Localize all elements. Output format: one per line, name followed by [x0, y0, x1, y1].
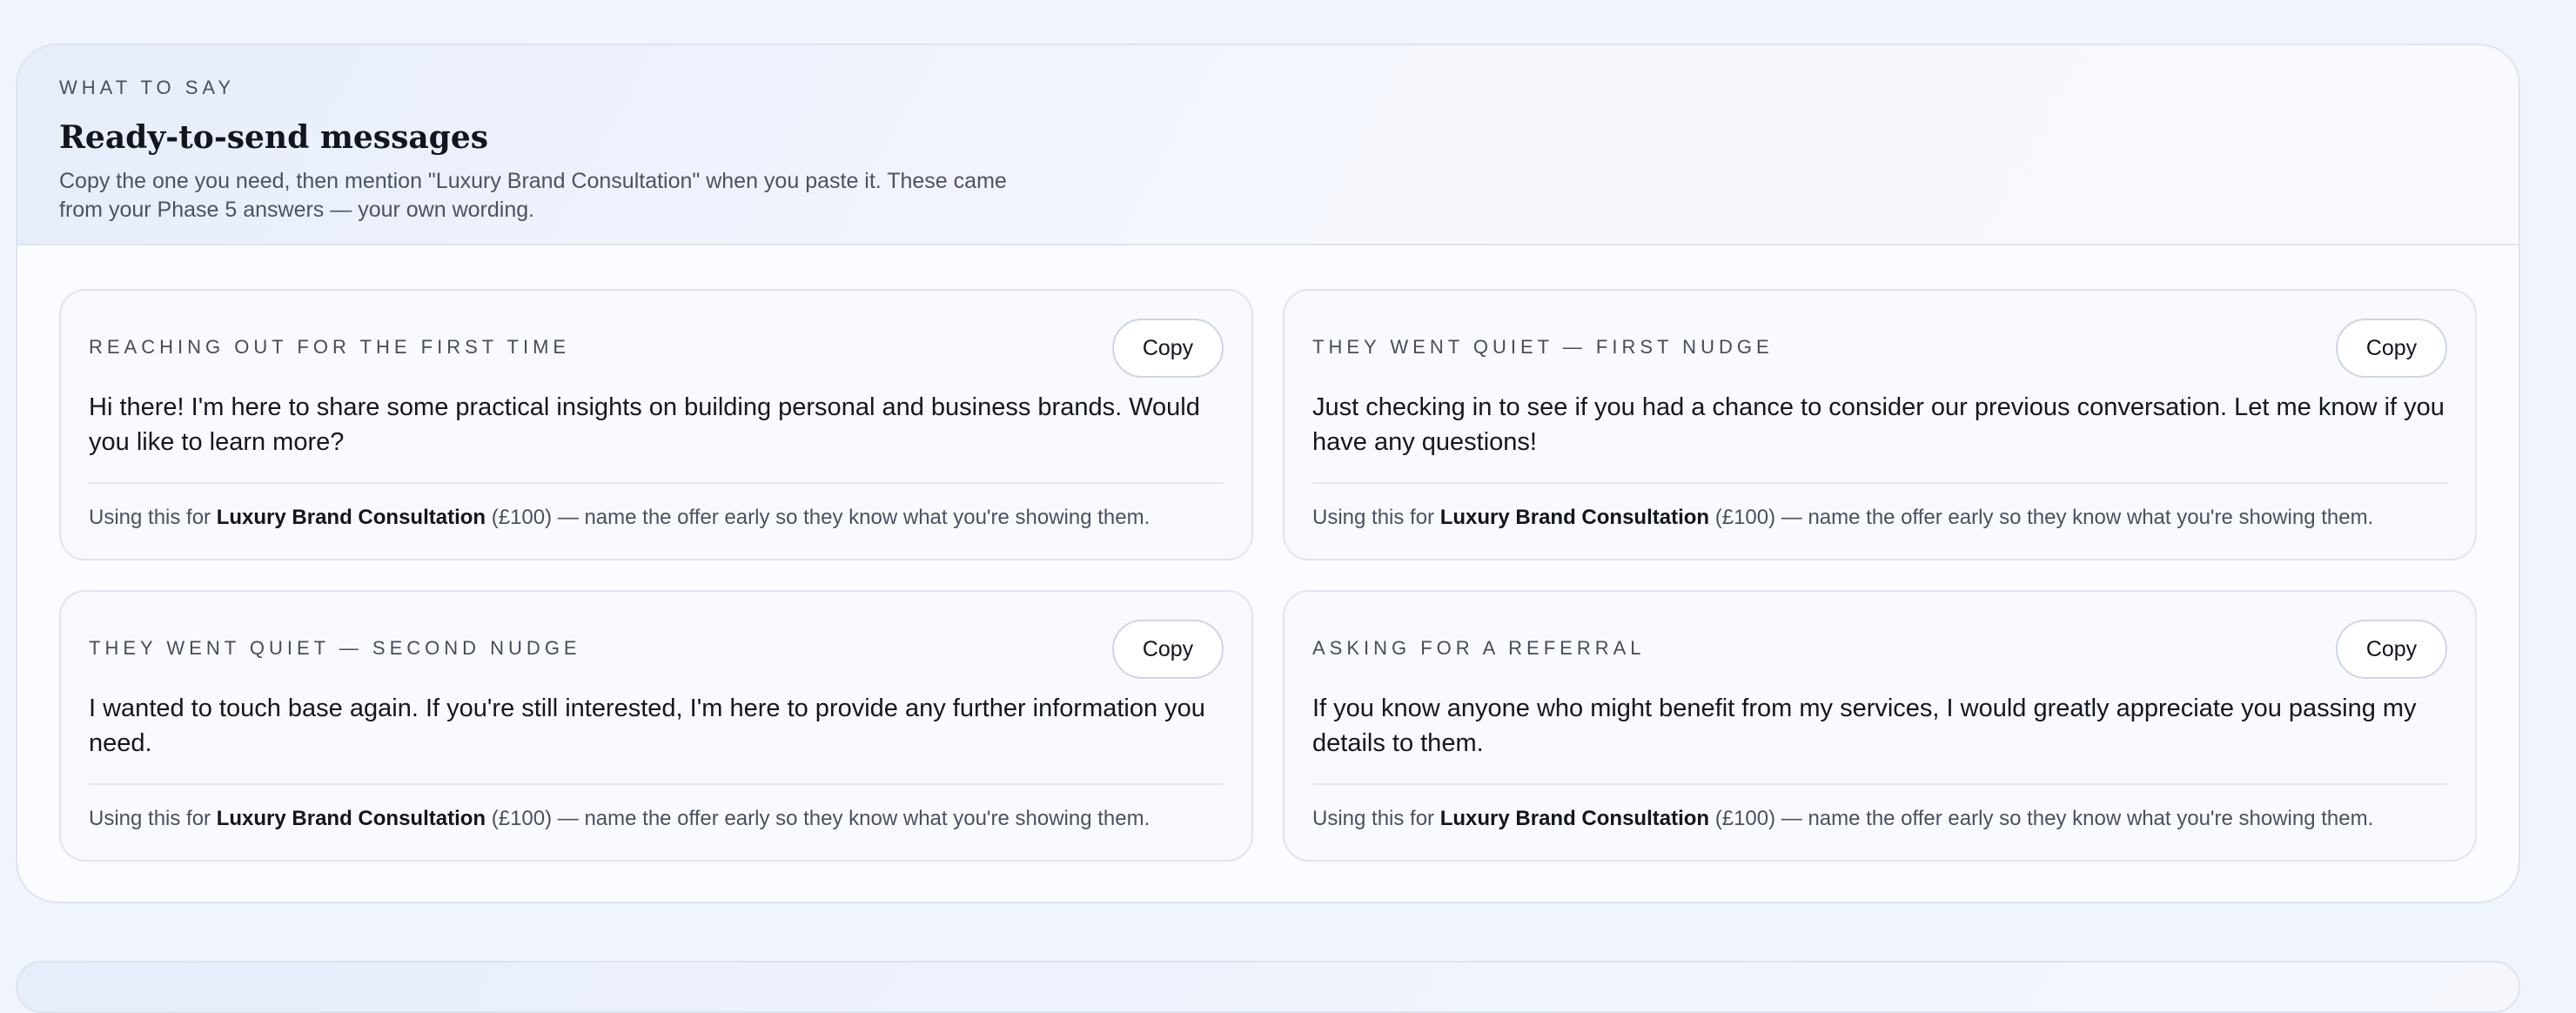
card-divider: [1312, 482, 2447, 484]
card-label: THEY WENT QUIET — SECOND NUDGE: [89, 637, 581, 659]
copy-button[interactable]: Copy: [2336, 620, 2447, 679]
card-offer-note: Using this for Luxury Brand Consultation…: [89, 505, 1234, 531]
note-prefix: Using this for: [1312, 807, 1440, 830]
card-offer-note: Using this for Luxury Brand Consultation…: [89, 806, 1234, 832]
card-offer-note: Using this for Luxury Brand Consultation…: [1312, 806, 2458, 832]
copy-button[interactable]: Copy: [1112, 319, 1224, 378]
note-offer-name: Luxury Brand Consultation: [1439, 506, 1710, 529]
note-suffix: (£100) — name the offer early so they kn…: [486, 807, 1150, 830]
section-eyebrow: WHAT TO SAY: [59, 77, 236, 98]
next-section-panel: [16, 961, 2520, 1013]
copy-button[interactable]: Copy: [1112, 620, 1224, 679]
message-card-second-nudge: THEY WENT QUIET — SECOND NUDGE Copy I wa…: [59, 590, 1253, 862]
card-divider: [89, 783, 1224, 785]
message-card-first-nudge: THEY WENT QUIET — FIRST NUDGE Copy Just …: [1283, 289, 2477, 560]
messages-panel: WHAT TO SAY Ready-to-send messages Copy …: [16, 44, 2520, 903]
note-offer-name: Luxury Brand Consultation: [1439, 807, 1710, 830]
card-offer-note: Using this for Luxury Brand Consultation…: [1312, 505, 2458, 531]
note-prefix: Using this for: [89, 807, 217, 830]
section-description: Copy the one you need, then mention "Lux…: [59, 169, 1007, 222]
note-prefix: Using this for: [89, 506, 217, 529]
card-message: Just checking in to see if you had a cha…: [1312, 393, 2445, 456]
card-label: THEY WENT QUIET — FIRST NUDGE: [1312, 336, 1774, 358]
card-message: Hi there! I'm here to share some practic…: [89, 393, 1200, 456]
card-divider: [89, 482, 1224, 484]
note-suffix: (£100) — name the offer early so they kn…: [1709, 506, 2374, 529]
card-message: I wanted to touch base again. If you're …: [89, 694, 1205, 757]
message-card-first-contact: REACHING OUT FOR THE FIRST TIME Copy Hi …: [59, 289, 1253, 560]
note-offer-name: Luxury Brand Consultation: [216, 807, 486, 830]
note-suffix: (£100) — name the offer early so they kn…: [486, 506, 1150, 529]
panel-header: WHAT TO SAY Ready-to-send messages Copy …: [17, 45, 2519, 245]
copy-button[interactable]: Copy: [2336, 319, 2447, 378]
message-card-referral: ASKING FOR A REFERRAL Copy If you know a…: [1283, 590, 2477, 862]
note-suffix: (£100) — name the offer early so they kn…: [1709, 807, 2374, 830]
message-grid: REACHING OUT FOR THE FIRST TIME Copy Hi …: [59, 289, 2477, 862]
section-title: Ready-to-send messages: [59, 119, 489, 156]
note-prefix: Using this for: [1312, 506, 1440, 529]
card-message: If you know anyone who might benefit fro…: [1312, 694, 2417, 757]
card-divider: [1312, 783, 2447, 785]
note-offer-name: Luxury Brand Consultation: [216, 506, 486, 529]
card-label: REACHING OUT FOR THE FIRST TIME: [89, 336, 571, 358]
card-label: ASKING FOR A REFERRAL: [1312, 637, 1646, 659]
